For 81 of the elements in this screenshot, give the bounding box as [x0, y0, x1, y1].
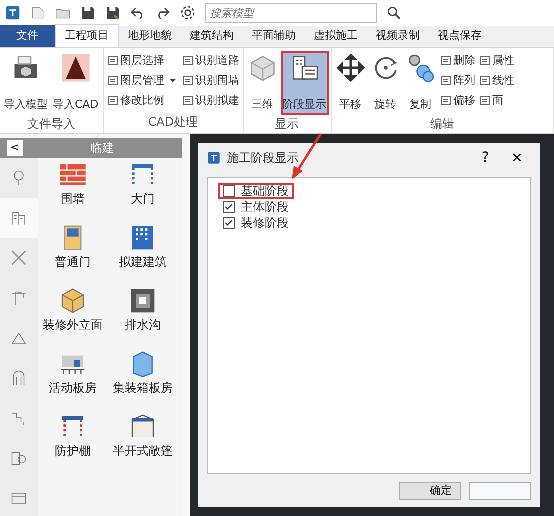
tool-icon	[478, 55, 491, 67]
stage-label: 基础阶段	[241, 183, 289, 200]
save-as-icon[interactable]	[105, 5, 121, 21]
component-item[interactable]: 集装箱板房	[108, 347, 178, 410]
ribbon-button[interactable]: 线性	[478, 71, 516, 91]
ribbon-button[interactable]: 修改比例	[106, 91, 180, 111]
component-item[interactable]: 普通门	[38, 221, 108, 284]
checkbox[interactable]	[223, 201, 235, 213]
search-field[interactable]: 搜索模型	[205, 3, 377, 23]
group-label: 文件导入	[26, 116, 76, 133]
app-logo-icon	[207, 151, 221, 165]
tool-icon	[478, 95, 491, 107]
ribbon-tab[interactable]: 视点保存	[429, 25, 491, 47]
ribbon-button[interactable]: 识别道路	[180, 51, 241, 71]
tool-icon	[440, 75, 452, 87]
autocad-logo-icon	[60, 53, 91, 83]
ribbon-button[interactable]: 旋转	[368, 51, 403, 115]
tool-icon	[182, 55, 194, 67]
group-label: 显示	[274, 116, 300, 133]
ribbon-button[interactable]: 平移	[334, 51, 368, 115]
tool-icon	[440, 95, 452, 107]
tool-icon	[106, 55, 119, 67]
ribbon-tab[interactable]: 建筑结构	[181, 25, 243, 47]
ribbon-button[interactable]: 删除	[438, 51, 477, 71]
tool-icon	[478, 75, 491, 87]
ribbon-button[interactable]: 偏移	[438, 91, 477, 111]
group-label: 编辑	[429, 116, 456, 133]
ribbon-button[interactable]: 阶段显示	[280, 51, 329, 115]
component-item[interactable]: 拟建建筑	[108, 221, 178, 284]
panel-title: 临建	[90, 140, 116, 157]
tool-icon	[440, 55, 452, 67]
tool-icon	[106, 75, 119, 87]
checkbox[interactable]	[223, 185, 235, 197]
cube-icon	[59, 287, 87, 315]
ribbon-button[interactable]: 导入CAD	[51, 51, 101, 115]
tool-icon	[182, 95, 194, 107]
component-item[interactable]: 大门	[108, 158, 178, 221]
ribbon-button[interactable]: 图层管理	[106, 71, 180, 91]
search-icon[interactable]	[386, 5, 402, 21]
new-file-icon[interactable]	[30, 5, 46, 21]
dialog-button[interactable]	[469, 482, 531, 500]
tool-icon	[106, 95, 119, 107]
ribbon-button[interactable]: 图层选择	[106, 51, 180, 71]
ribbon-tab[interactable]: 地形地貌	[119, 25, 181, 47]
app-logo-icon[interactable]	[5, 5, 21, 21]
component-item[interactable]: 活动板房	[38, 347, 108, 410]
component-item[interactable]: 装修外立面	[38, 284, 108, 347]
component-item[interactable]: 排水沟	[108, 284, 178, 347]
ok-button[interactable]: 确定	[399, 482, 461, 500]
back-button[interactable]: <	[7, 140, 23, 156]
save-icon[interactable]	[80, 5, 96, 21]
component-item[interactable]: 防护棚	[38, 410, 108, 473]
component-item[interactable]: 围墙	[38, 158, 108, 221]
cross-icon	[10, 249, 28, 267]
move-arrows-icon	[336, 53, 366, 83]
ribbon-tab[interactable]: 视频录制	[367, 25, 429, 47]
ribbon-tab[interactable]: 平面辅助	[243, 25, 305, 47]
ribbon-tab[interactable]: 虚拟施工	[305, 25, 367, 47]
ribbon-button[interactable]: 识别拟建	[180, 91, 241, 111]
dialog-title: 施工阶段显示	[227, 150, 300, 167]
ribbon-button[interactable]: 属性	[478, 51, 516, 71]
category-tab[interactable]	[0, 198, 38, 238]
tool-icon	[182, 75, 194, 87]
component-item[interactable]: 半开式敞篷	[108, 410, 178, 473]
close-button[interactable]: ×	[503, 148, 531, 168]
stage-label: 装修阶段	[241, 215, 289, 232]
group-label: CAD处理	[147, 114, 200, 131]
settings-icon[interactable]	[180, 5, 196, 21]
stage-label: 主体阶段	[241, 199, 289, 216]
checkbox[interactable]	[223, 217, 235, 229]
ribbon-button[interactable]: 识别围墙	[180, 71, 241, 91]
ribbon-button[interactable]: 复制	[404, 51, 438, 115]
ribbon-tab[interactable]: 工程项目	[55, 24, 119, 47]
ribbon-button[interactable]: 阵列	[438, 71, 477, 91]
file-menu-tab[interactable]: 文件	[0, 25, 55, 47]
ribbon-button[interactable]: 导入模型	[2, 51, 50, 115]
ribbon-button[interactable]: 面	[478, 91, 516, 111]
help-button[interactable]: ?	[474, 148, 498, 168]
crane-icon	[10, 289, 28, 307]
drain-icon	[129, 287, 157, 315]
ribbon-button[interactable]: 三维	[246, 51, 280, 115]
